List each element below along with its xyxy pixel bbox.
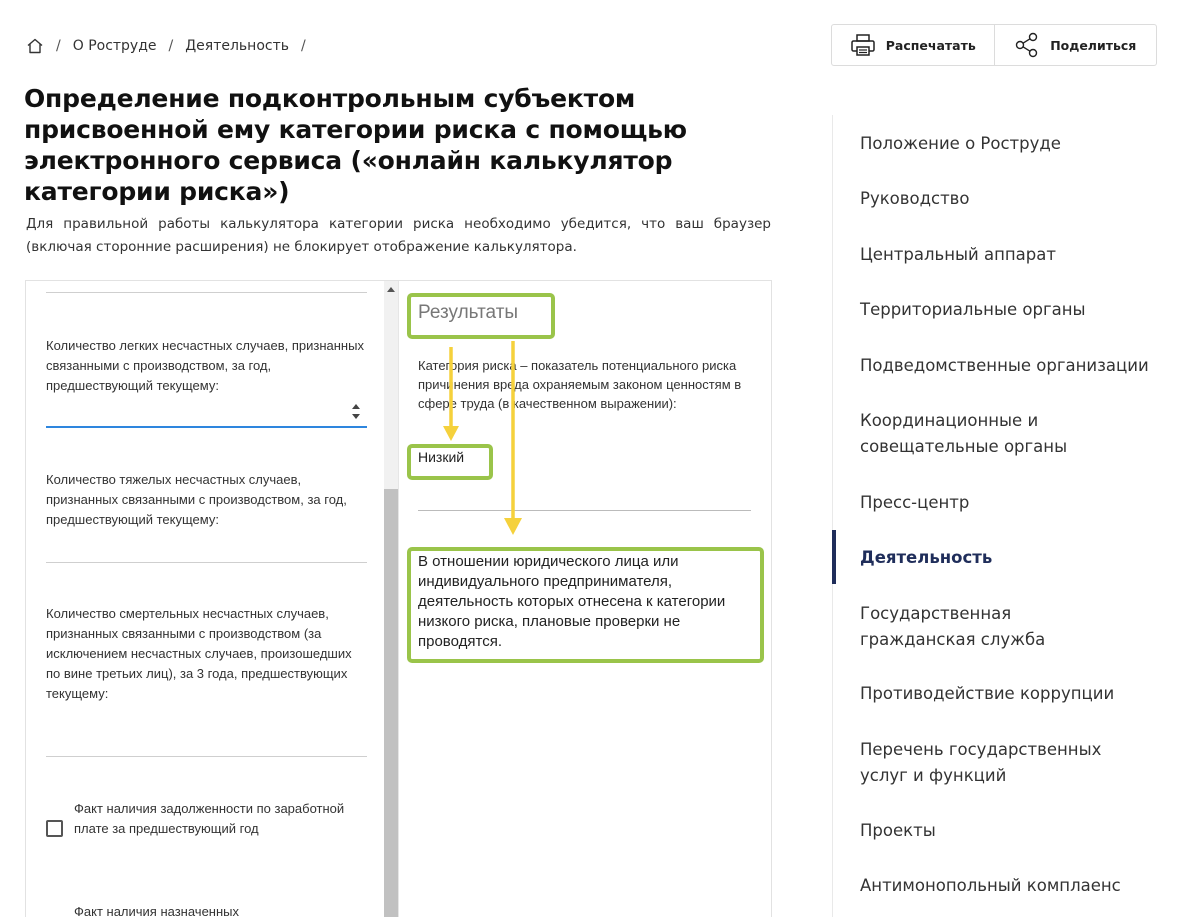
severe-accidents-field: Количество тяжелых несчастных случаев, п…: [46, 470, 367, 530]
share-button[interactable]: Поделиться: [993, 25, 1157, 65]
breadcrumb-separator: /: [301, 38, 306, 54]
print-button[interactable]: Распечатать: [832, 25, 994, 65]
breadcrumb-separator: /: [56, 38, 61, 54]
printer-icon: [851, 34, 875, 56]
number-spinner[interactable]: [349, 402, 363, 422]
nav-item-antimonopoly[interactable]: Антимонопольный комплаенс: [860, 873, 1160, 899]
nav-item-anticorruption[interactable]: Противодействие коррупции: [860, 681, 1160, 707]
results-title: Результаты: [418, 302, 519, 323]
nav-item-regulation[interactable]: Положение о Роструде: [860, 131, 1160, 157]
risk-category-value: Низкий: [418, 449, 465, 465]
nav-rail: [832, 115, 833, 917]
spinner-up-icon[interactable]: [352, 404, 360, 409]
share-button-label: Поделиться: [1050, 37, 1137, 53]
wage-debt-label: Факт наличия задолженности по заработной…: [74, 801, 345, 836]
print-button-label: Распечатать: [885, 37, 976, 53]
results-note: В отношении юридического лица или индиви…: [418, 553, 726, 650]
light-accidents-field: Количество легких несчастных случаев, пр…: [46, 336, 367, 396]
scroll-up-icon[interactable]: [387, 287, 395, 292]
page-title: Определение подконтрольным субъектом при…: [24, 84, 687, 206]
results-divider: [418, 510, 751, 511]
light-accidents-input[interactable]: [46, 426, 367, 428]
nav-item-projects[interactable]: Проекты: [860, 818, 1160, 844]
breadcrumb: / О Роструде / Деятельность /: [26, 36, 318, 56]
nav-item-press-center[interactable]: Пресс-центр: [860, 490, 1160, 516]
home-icon[interactable]: [26, 37, 44, 55]
next-field-label: Факт наличия назначенных: [74, 904, 240, 917]
breadcrumb-link-activity[interactable]: Деятельность: [185, 38, 289, 54]
fatal-accidents-field: Количество смертельных несчастных случае…: [46, 604, 367, 704]
severe-accidents-input[interactable]: [46, 562, 367, 563]
nav-active-indicator: [832, 530, 836, 584]
fatal-accidents-label: Количество смертельных несчастных случае…: [46, 606, 352, 701]
nav-item-coordination-bodies[interactable]: Координационные и совещательные органы: [860, 408, 1080, 460]
light-accidents-label: Количество легких несчастных случаев, пр…: [46, 338, 364, 393]
nav-item-subordinate-orgs[interactable]: Подведомственные организации: [860, 353, 1160, 379]
nav-item-civil-service[interactable]: Государственная гражданская служба: [860, 601, 1125, 653]
intro-text: Для правильной работы калькулятора катег…: [26, 216, 771, 255]
field-underline: [46, 292, 367, 293]
nav-item-activity[interactable]: Деятельность: [860, 545, 1160, 571]
results-panel: Результаты Категория риска – показатель …: [399, 281, 771, 917]
spinner-down-icon[interactable]: [352, 414, 360, 419]
form-scrollbar[interactable]: [384, 281, 398, 917]
scroll-thumb[interactable]: [384, 489, 398, 917]
nav-item-leadership[interactable]: Руководство: [860, 186, 1160, 212]
nav-item-central-office[interactable]: Центральный аппарат: [860, 242, 1160, 268]
wage-debt-checkbox[interactable]: [46, 820, 63, 837]
nav-item-services-list[interactable]: Перечень государственных услуг и функций: [860, 737, 1150, 789]
breadcrumb-link-about[interactable]: О Роструде: [73, 38, 157, 54]
risk-calculator-frame: Количество легких несчастных случаев, пр…: [25, 280, 772, 917]
risk-category-description: Категория риска – показатель потенциальн…: [418, 358, 742, 411]
breadcrumb-separator: /: [168, 38, 174, 54]
calculator-form: Количество легких несчастных случаев, пр…: [26, 281, 384, 917]
severe-accidents-label: Количество тяжелых несчастных случаев, п…: [46, 472, 347, 527]
page-actions: Распечатать Поделиться: [831, 24, 1157, 66]
share-icon: [1015, 32, 1038, 58]
fatal-accidents-input[interactable]: [46, 756, 367, 757]
nav-item-territorial-bodies[interactable]: Территориальные органы: [860, 297, 1160, 323]
wage-debt-row: Факт наличия задолженности по заработной…: [46, 799, 366, 839]
